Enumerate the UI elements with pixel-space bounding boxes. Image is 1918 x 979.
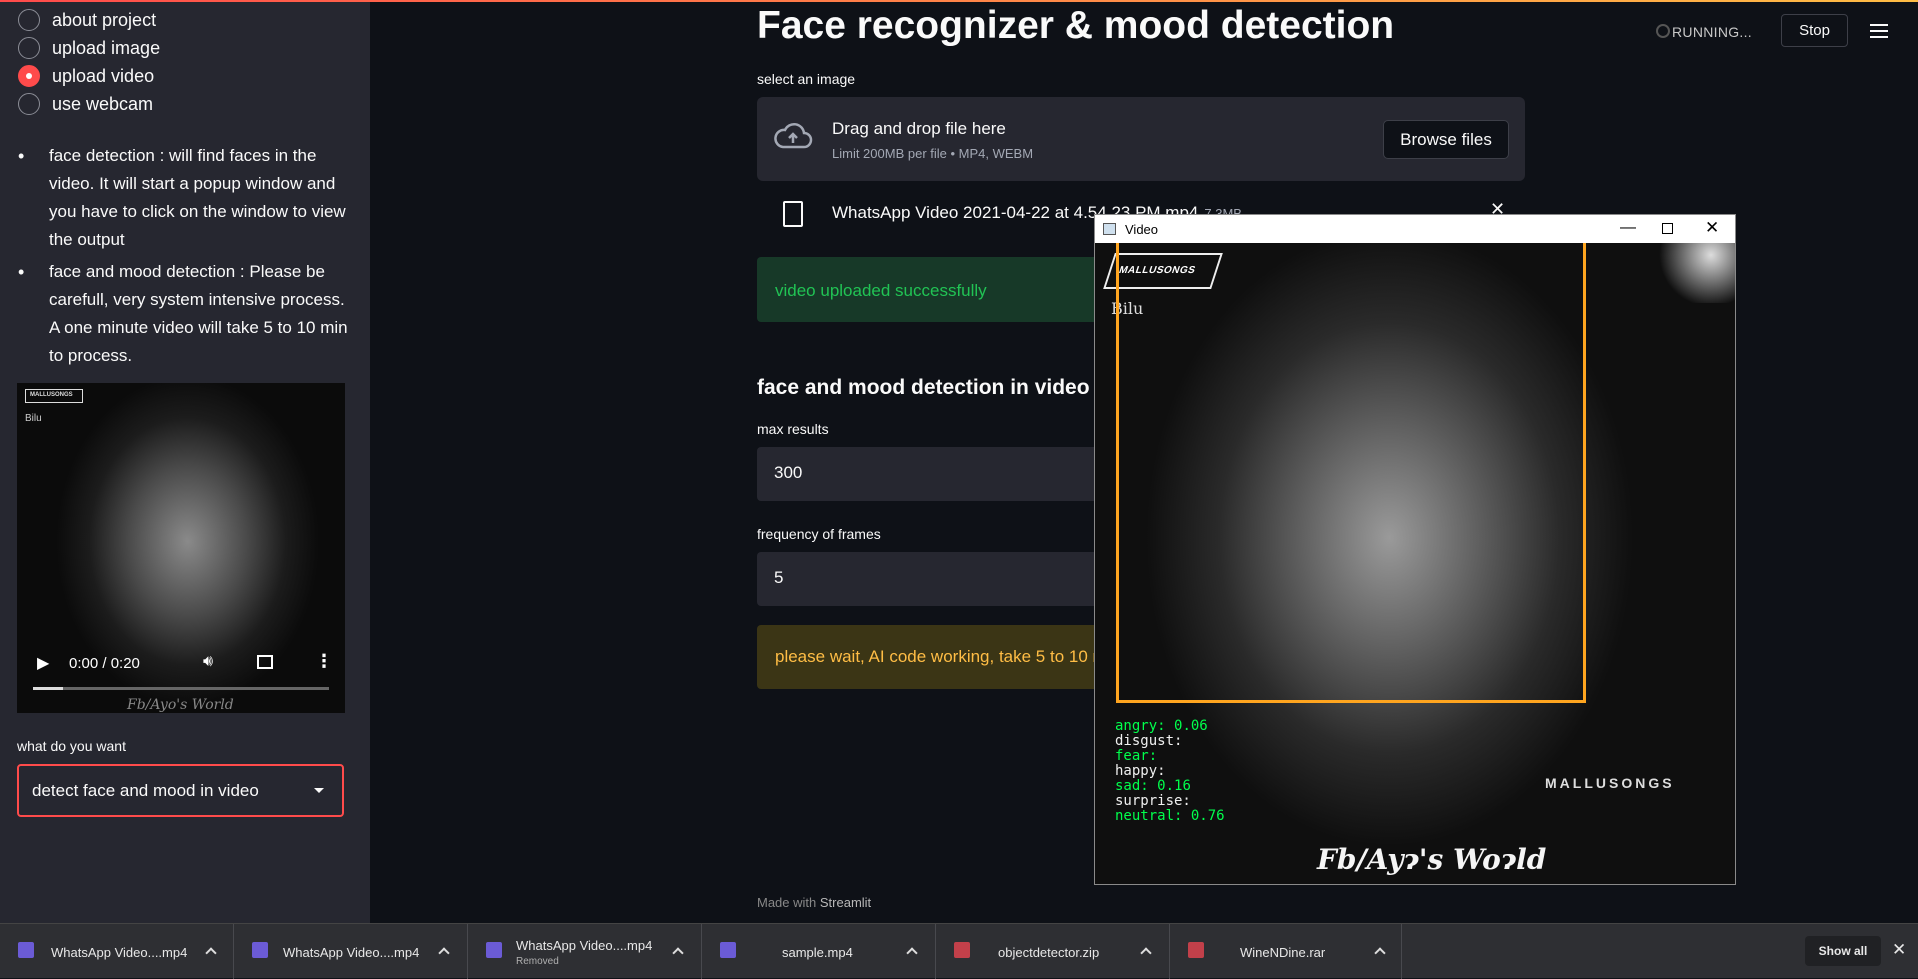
- select-label: what do you want: [17, 738, 126, 754]
- chevron-up-icon[interactable]: [672, 947, 684, 959]
- video-controls: ▶ 0:00 / 0:20 🔊︎ ⋮ Fb/Ayo's World: [17, 643, 345, 713]
- video-progress-track[interactable]: [33, 687, 329, 690]
- emotion-angry: angry: 0.06: [1115, 718, 1208, 734]
- footer-prefix: Made with: [757, 895, 817, 910]
- sidebar: about project upload image upload video …: [0, 2, 370, 923]
- video-output-frame[interactable]: MALLUSONGS Bilu angry: 0.06 disgust: fea…: [1095, 243, 1735, 884]
- file-dropzone[interactable]: Drag and drop file here Limit 200MB per …: [757, 97, 1525, 181]
- uploader-label: select an image: [757, 71, 856, 87]
- download-name: objectdetector.zip: [998, 945, 1100, 960]
- chevron-up-icon[interactable]: [438, 947, 450, 959]
- video-player[interactable]: MALLUSONGS Bilu ▶ 0:00 / 0:20 🔊︎ ⋮ Fb/Ay…: [17, 383, 345, 713]
- radio-circle[interactable]: [18, 9, 40, 31]
- max-results-label: max results: [757, 421, 829, 437]
- download-status: Removed: [516, 956, 559, 967]
- window-app-icon: [1103, 223, 1116, 235]
- play-icon[interactable]: ▶: [37, 653, 49, 673]
- video-file-icon: [252, 942, 268, 958]
- select-value: detect face and mood in video: [32, 780, 259, 800]
- download-item[interactable]: objectdetector.zip: [936, 924, 1170, 979]
- archive-file-icon: [954, 942, 970, 958]
- maximize-icon[interactable]: [1662, 223, 1673, 234]
- browse-files-button[interactable]: Browse files: [1383, 120, 1509, 159]
- download-name: WhatsApp Video....mp4: [516, 938, 653, 953]
- frequency-label: frequency of frames: [757, 526, 881, 542]
- fullscreen-icon[interactable]: [257, 655, 273, 669]
- dropzone-title: Drag and drop file here: [832, 119, 1006, 138]
- radio-circle[interactable]: [18, 93, 40, 115]
- chevron-up-icon[interactable]: [205, 947, 217, 959]
- list-item: face and mood detection : Please be care…: [18, 258, 348, 370]
- chevron-down-icon: [314, 788, 324, 793]
- download-bar: WhatsApp Video....mp4 WhatsApp Video....…: [0, 923, 1918, 979]
- stop-button[interactable]: Stop: [1781, 14, 1848, 47]
- download-item[interactable]: WineNDine.rar: [1170, 924, 1402, 979]
- running-indicator-icon: [1656, 24, 1670, 38]
- emotion-disgust: disgust:: [1115, 733, 1183, 749]
- page-title: Face recognizer & mood detection: [757, 4, 1395, 47]
- video-watermark: Fb/Ayo's World: [127, 697, 234, 713]
- video-file-icon: [18, 942, 34, 958]
- upload-cloud-icon: [774, 123, 813, 149]
- dropzone-subtitle: Limit 200MB per file • MP4, WEBM: [832, 146, 1034, 161]
- status-text: RUNNING...: [1672, 24, 1752, 40]
- radio-label: upload video: [52, 65, 155, 86]
- volume-icon[interactable]: 🔊︎: [203, 653, 213, 671]
- video-progress-fill: [33, 687, 63, 690]
- video-popup-window[interactable]: Video — ✕ MALLUSONGS Bilu angry: 0.06 di…: [1094, 214, 1736, 885]
- video-file-icon: [720, 942, 736, 958]
- hamburger-menu-icon[interactable]: [1870, 24, 1888, 38]
- emotion-scores: angry: 0.06 disgust: fear: happy: sad: 0…: [1115, 719, 1225, 824]
- emotion-surprise: surprise:: [1115, 793, 1191, 809]
- show-all-button[interactable]: Show all: [1805, 936, 1881, 966]
- download-item[interactable]: WhatsApp Video....mp4 Removed: [468, 924, 702, 979]
- list-item: face detection : will find faces in the …: [18, 142, 348, 254]
- download-name: WhatsApp Video....mp4: [283, 945, 420, 960]
- file-icon: [783, 201, 803, 227]
- radio-circle[interactable]: [18, 37, 40, 59]
- radio-label: about project: [52, 9, 157, 30]
- download-item[interactable]: WhatsApp Video....mp4: [0, 924, 234, 979]
- window-titlebar[interactable]: Video — ✕: [1095, 215, 1735, 243]
- radio-upload-video[interactable]: upload video: [18, 64, 154, 88]
- video-logo: MALLUSONGS: [25, 389, 83, 403]
- more-options-icon[interactable]: ⋮: [315, 651, 333, 672]
- radio-circle-selected[interactable]: [18, 65, 40, 87]
- face-bounding-box: [1116, 243, 1586, 703]
- footer: Made with Streamlit: [757, 895, 871, 910]
- close-icon[interactable]: ✕: [1705, 218, 1719, 238]
- radio-label: use webcam: [52, 93, 154, 114]
- frame-brand-text: MALLUSONGS: [1545, 775, 1675, 791]
- emotion-neutral: neutral: 0.76: [1115, 808, 1225, 824]
- radio-label: upload image: [52, 37, 161, 58]
- download-item[interactable]: sample.mp4: [702, 924, 936, 979]
- video-overlay-name: Bilu: [25, 413, 42, 424]
- download-name: WhatsApp Video....mp4: [51, 945, 188, 960]
- emotion-happy: happy:: [1115, 763, 1166, 779]
- radio-use-webcam[interactable]: use webcam: [18, 92, 153, 116]
- archive-file-icon: [1188, 942, 1204, 958]
- window-title: Video: [1125, 222, 1159, 237]
- download-name: WineNDine.rar: [1240, 945, 1326, 960]
- close-icon[interactable]: ✕: [1892, 940, 1906, 960]
- frame-watermark: Fb/Ayɂ's Woɂld: [1317, 843, 1547, 876]
- section-title: face and mood detection in video: [757, 376, 1090, 399]
- light-glow: [1655, 243, 1735, 303]
- video-file-icon: [486, 942, 502, 958]
- chevron-up-icon[interactable]: [1140, 947, 1152, 959]
- emotion-fear: fear:: [1115, 748, 1158, 764]
- download-name: sample.mp4: [782, 945, 853, 960]
- radio-about-project[interactable]: about project: [18, 8, 156, 32]
- chevron-up-icon[interactable]: [906, 947, 918, 959]
- minimize-icon[interactable]: —: [1620, 219, 1636, 237]
- mode-select[interactable]: detect face and mood in video: [17, 764, 344, 817]
- video-time: 0:00 / 0:20: [69, 655, 140, 672]
- download-item[interactable]: WhatsApp Video....mp4: [234, 924, 468, 979]
- info-list: face detection : will find faces in the …: [18, 142, 348, 374]
- radio-upload-image[interactable]: upload image: [18, 36, 160, 60]
- streamlit-link[interactable]: Streamlit: [820, 895, 871, 910]
- chevron-up-icon[interactable]: [1374, 947, 1386, 959]
- emotion-sad: sad: 0.16: [1115, 778, 1191, 794]
